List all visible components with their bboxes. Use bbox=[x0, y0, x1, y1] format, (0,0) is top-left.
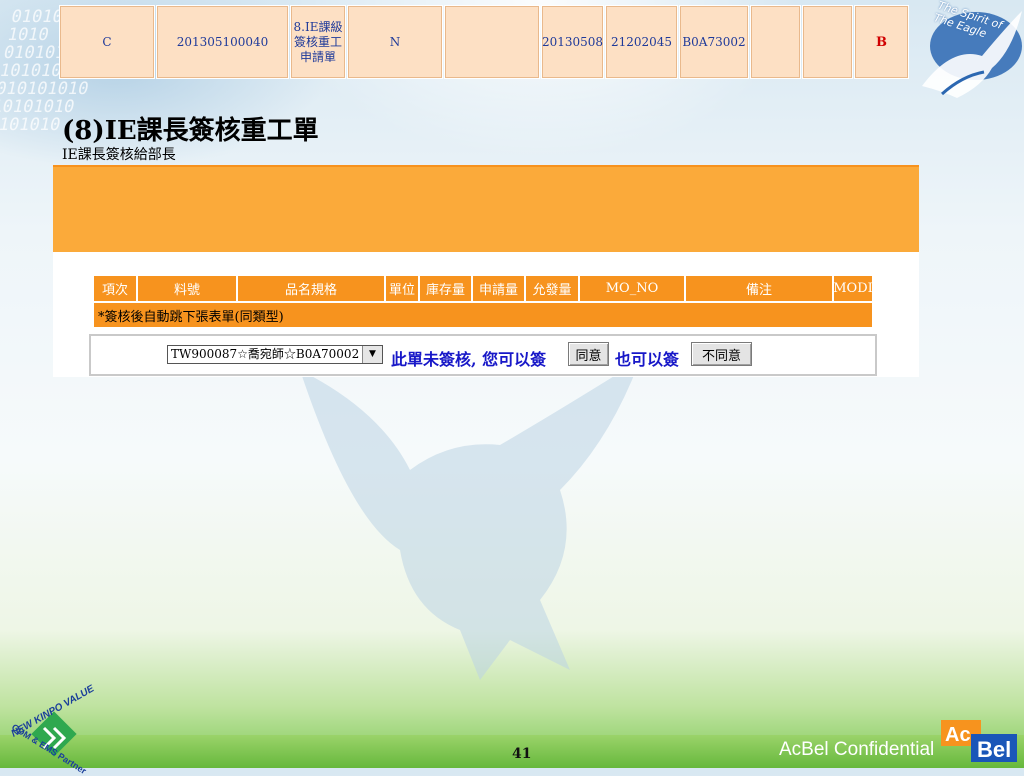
eagle-watermark-icon bbox=[300, 360, 640, 680]
record-cell-type: C bbox=[59, 5, 155, 79]
column-header-issue: 允發量 bbox=[526, 276, 580, 301]
record-row-frame bbox=[53, 165, 919, 254]
record-cell-empty-3 bbox=[802, 5, 853, 79]
auto-next-notice: *簽核後自動跳下張表單(同類型) bbox=[94, 303, 872, 327]
acbel-logo-icon: Ac Bel bbox=[941, 720, 1017, 762]
not-signed-message: 此單未簽核, 您可以簽 bbox=[391, 350, 547, 369]
column-header-mo-no: MO_NO bbox=[580, 276, 686, 301]
column-header-remark: 備注 bbox=[686, 276, 834, 301]
column-header-modi: MODI bbox=[834, 276, 872, 301]
page-number: 41 bbox=[512, 746, 532, 762]
disagree-button[interactable]: 不同意 bbox=[691, 342, 752, 366]
record-cell-dept: B0A73002 bbox=[679, 5, 749, 79]
approver-select-value: TW900087☆喬宛師☆B0A70002 bbox=[171, 347, 360, 361]
record-cell-applicant: 21202045 bbox=[605, 5, 678, 79]
column-header-part-no: 料號 bbox=[138, 276, 238, 301]
record-cell-date: 20130508 bbox=[541, 5, 604, 79]
record-cell-empty-1 bbox=[444, 5, 540, 79]
acbel-logo-text-ac: Ac bbox=[945, 724, 971, 746]
column-header-item: 項次 bbox=[94, 276, 138, 301]
record-cell-empty-2 bbox=[750, 5, 801, 79]
record-cell-form-no[interactable]: 201305100040 bbox=[156, 5, 289, 79]
agree-button[interactable]: 同意 bbox=[568, 342, 609, 366]
column-header-spec: 品名規格 bbox=[238, 276, 386, 301]
record-cell-flag: N bbox=[347, 5, 443, 79]
approver-select[interactable]: TW900087☆喬宛師☆B0A70002 ▼ bbox=[167, 345, 383, 364]
dropdown-arrow-icon[interactable]: ▼ bbox=[362, 346, 382, 363]
slide-subtitle: IE課長簽核給部長 bbox=[62, 147, 176, 163]
also-sign-message: 也可以簽 bbox=[615, 350, 680, 369]
column-header-request: 申請量 bbox=[473, 276, 526, 301]
record-cell-form-name[interactable]: 8.IE課級簽核重工申請單 bbox=[290, 5, 346, 79]
acbel-logo-text-bel: Bel bbox=[977, 737, 1011, 762]
record-cell-status: B bbox=[854, 5, 909, 79]
confidential-label: AcBel Confidential bbox=[779, 739, 935, 760]
column-header-unit: 單位 bbox=[386, 276, 420, 301]
slide-title: (8)IE課長簽核重工單 bbox=[62, 116, 319, 146]
column-header-stock: 庫存量 bbox=[420, 276, 473, 301]
